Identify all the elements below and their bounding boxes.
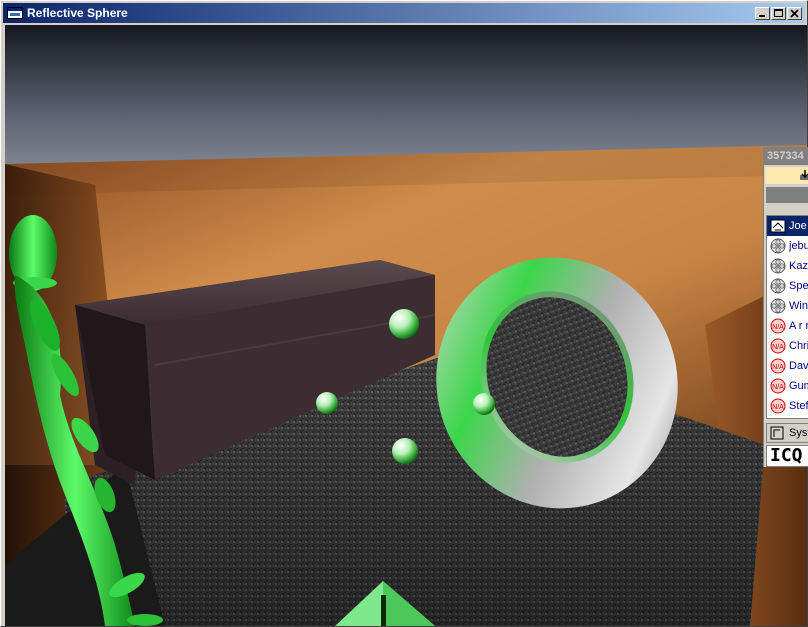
contact-name: Sper [789, 280, 808, 292]
contact-name: Steff [789, 400, 808, 412]
app-window-icon [7, 7, 23, 19]
flower-icon [770, 238, 786, 254]
system-label: Syst [789, 427, 808, 439]
contact-name: Dav [789, 360, 808, 372]
svg-text:N/A: N/A [772, 384, 784, 391]
close-icon [790, 9, 799, 18]
maximize-button[interactable] [771, 7, 786, 20]
contact-name: A r r [789, 320, 808, 332]
na-badge-icon: N/A [770, 318, 786, 334]
flower-icon [770, 258, 786, 274]
chat-panel-toolbar[interactable] [765, 167, 808, 184]
contact-list-item[interactable]: Wins [767, 296, 808, 316]
chat-contact-panel[interactable]: 357334 Joe jebu Kaza Sper Wins N/A A r r N/A Chr… [763, 147, 808, 467]
download-icon[interactable] [799, 169, 808, 181]
contact-list-item[interactable]: N/A Gum [767, 376, 808, 396]
contact-list[interactable]: Joe jebu Kaza Sper Wins N/A A r r N/A Chris N/A Da… [766, 215, 808, 419]
flower-icon [770, 298, 786, 314]
svg-text:N/A: N/A [772, 324, 784, 331]
close-button[interactable] [787, 7, 802, 20]
chat-panel-title[interactable]: 357334 [764, 147, 808, 165]
contact-name: Chris [789, 340, 808, 352]
flower-icon [770, 278, 786, 294]
svg-text:N/A: N/A [772, 404, 784, 411]
header-cell [766, 187, 808, 203]
contact-name: Kaza [789, 260, 808, 272]
svg-text:N/A: N/A [772, 364, 784, 371]
contact-name: Joe [789, 220, 807, 232]
system-button[interactable]: Syst [766, 423, 808, 443]
contact-name: jebu [789, 240, 808, 252]
contact-list-item[interactable]: N/A Dav [767, 356, 808, 376]
contact-name: Wins [789, 300, 808, 312]
3d-scene [5, 25, 807, 626]
contact-list-item[interactable]: jebu [767, 236, 808, 256]
contact-list-item[interactable]: N/A A r r [767, 316, 808, 336]
contact-list-item[interactable]: Joe [767, 216, 808, 236]
icq-logo[interactable]: ICQ [766, 445, 808, 467]
contact-list-item[interactable]: Kaza [767, 256, 808, 276]
app-window: Reflective Sphere 357334 Joe jebu Kaz Sp… [0, 0, 808, 627]
window-title: Reflective Sphere [27, 6, 128, 20]
contact-list-item[interactable]: N/A Steff [767, 396, 808, 416]
svg-text:N/A: N/A [772, 344, 784, 351]
chat-panel-header [766, 187, 808, 203]
title-bar[interactable]: Reflective Sphere [3, 3, 805, 23]
minimize-icon [759, 15, 765, 17]
na-badge-icon: N/A [770, 358, 786, 374]
network-user-icon [770, 219, 786, 233]
maximize-icon [774, 9, 783, 17]
na-badge-icon: N/A [770, 398, 786, 414]
contact-list-item[interactable]: N/A Chris [767, 336, 808, 356]
3d-viewport[interactable] [5, 25, 807, 626]
contact-list-item[interactable]: Sper [767, 276, 808, 296]
minimize-button[interactable] [755, 7, 770, 20]
na-badge-icon: N/A [770, 338, 786, 354]
system-icon [770, 426, 784, 440]
contact-name: Gum [789, 380, 808, 392]
na-badge-icon: N/A [770, 378, 786, 394]
